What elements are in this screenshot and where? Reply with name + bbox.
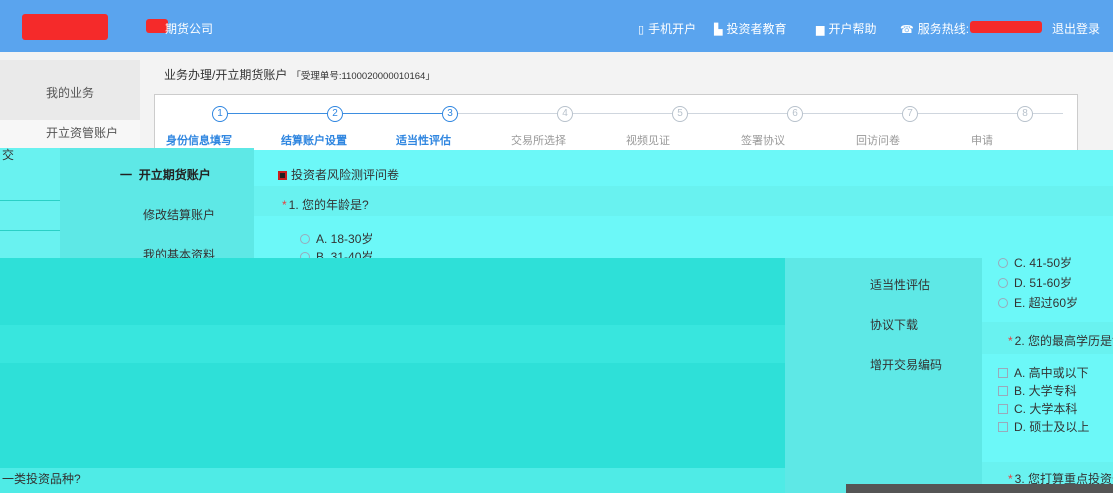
- step-label-3: 适当性评估: [396, 135, 451, 147]
- inner-menu-head[interactable]: 一 开立期货账户: [120, 166, 211, 183]
- q2-option-c[interactable]: C. 大学本科: [998, 400, 1077, 417]
- question-1-title: * 1. 您的年龄是?: [282, 198, 369, 212]
- menu-suitability[interactable]: 适当性评估: [870, 276, 930, 293]
- step-label-2: 结算账户设置: [281, 135, 347, 147]
- redacted-hotline-number: [970, 21, 1042, 33]
- phone-hotline-icon: ☎: [900, 24, 914, 36]
- step-number-4: 4: [557, 106, 573, 122]
- q1-option-a[interactable]: A. 18-30岁: [300, 230, 373, 247]
- question-2-title: * 2. 您的最高学历是?: [1008, 334, 1113, 348]
- company-name: 期货公司: [165, 22, 214, 36]
- left-fragment-top: 交: [2, 148, 15, 162]
- step-label-6: 签署协议: [741, 135, 785, 147]
- step-connector: [228, 113, 327, 114]
- logout-link[interactable]: 退出登录: [1052, 20, 1100, 37]
- radio-icon: [998, 258, 1008, 268]
- radio-icon: [998, 278, 1008, 288]
- menu-add-trading-code[interactable]: 增开交易编码: [870, 356, 942, 373]
- checkbox-icon: [998, 368, 1008, 378]
- square-bullet-icon: [278, 171, 287, 180]
- questionnaire-title: 投资者风险测评问卷: [278, 166, 399, 183]
- sidebar-label-open-capital-account: 开立资管账户: [46, 126, 119, 140]
- step-connector: [918, 113, 1017, 114]
- book-icon: ▆: [816, 24, 825, 36]
- checkbox-icon: [998, 422, 1008, 432]
- building-icon: ▙: [714, 24, 723, 36]
- lower-footer-band: [0, 468, 785, 493]
- radio-icon: [998, 298, 1008, 308]
- breadcrumb-path: 业务办理/开立期货账户: [164, 68, 288, 82]
- step-connector: [1033, 113, 1063, 114]
- right-menu-column: [785, 258, 982, 493]
- left-strip: [0, 148, 60, 270]
- q2-option-a[interactable]: A. 高中或以下: [998, 364, 1089, 381]
- lower-content-block: [0, 258, 785, 493]
- breadcrumb: 业务办理/开立期货账户 「受理单号:1100020000010164」: [164, 66, 435, 83]
- divider: [0, 200, 60, 201]
- phone-icon: ▯: [638, 24, 645, 36]
- inner-menu-modify-settlement[interactable]: 修改结算账户: [143, 206, 215, 223]
- radio-icon: [300, 234, 310, 244]
- step-number-3: 3: [442, 106, 458, 122]
- question-title-band: [254, 186, 1113, 216]
- step-connector: [458, 113, 557, 114]
- step-connector: [803, 113, 902, 114]
- redacted-logo: [22, 14, 108, 40]
- step-number-1: 1: [212, 106, 228, 122]
- bottom-bar: [846, 484, 1113, 493]
- sidebar-label-my-business: 我的业务: [46, 86, 95, 100]
- nav-account-help[interactable]: ▆ 开户帮助: [816, 20, 876, 37]
- q1-option-c[interactable]: C. 41-50岁: [998, 254, 1072, 271]
- step-connector: [688, 113, 787, 114]
- step-connector: [573, 113, 672, 114]
- step-label-8: 申请: [971, 135, 993, 147]
- q1-option-e[interactable]: E. 超过60岁: [998, 294, 1078, 311]
- step-label-5: 视频见证: [626, 135, 670, 147]
- nav-investor-education[interactable]: ▙ 投资者教育: [714, 20, 786, 37]
- step-label-4: 交易所选择: [511, 135, 566, 147]
- nav-mobile-account[interactable]: ▯ 手机开户: [638, 20, 696, 37]
- menu-agreement-download[interactable]: 协议下载: [870, 316, 918, 333]
- checkbox-icon: [998, 404, 1008, 414]
- q1-option-d[interactable]: D. 51-60岁: [998, 274, 1072, 291]
- q2-option-b[interactable]: B. 大学专科: [998, 382, 1077, 399]
- step-number-8: 8: [1017, 106, 1033, 122]
- step-label-7: 回访问卷: [856, 135, 900, 147]
- step-number-7: 7: [902, 106, 918, 122]
- ticket-number: 「受理单号:1100020000010164」: [291, 71, 435, 82]
- step-number-5: 5: [672, 106, 688, 122]
- q2-option-d[interactable]: D. 硕士及以上: [998, 418, 1089, 435]
- lower-band: [0, 325, 785, 363]
- step-number-2: 2: [327, 106, 343, 122]
- step-number-6: 6: [787, 106, 803, 122]
- step-connector: [343, 113, 442, 114]
- service-hotline: ☎ 服务热线:: [900, 22, 970, 36]
- checkbox-icon: [998, 386, 1008, 396]
- left-fragment-bottom: 一类投资品种?: [2, 472, 81, 486]
- divider: [0, 230, 60, 231]
- step-label-1: 身份信息填写: [166, 135, 232, 147]
